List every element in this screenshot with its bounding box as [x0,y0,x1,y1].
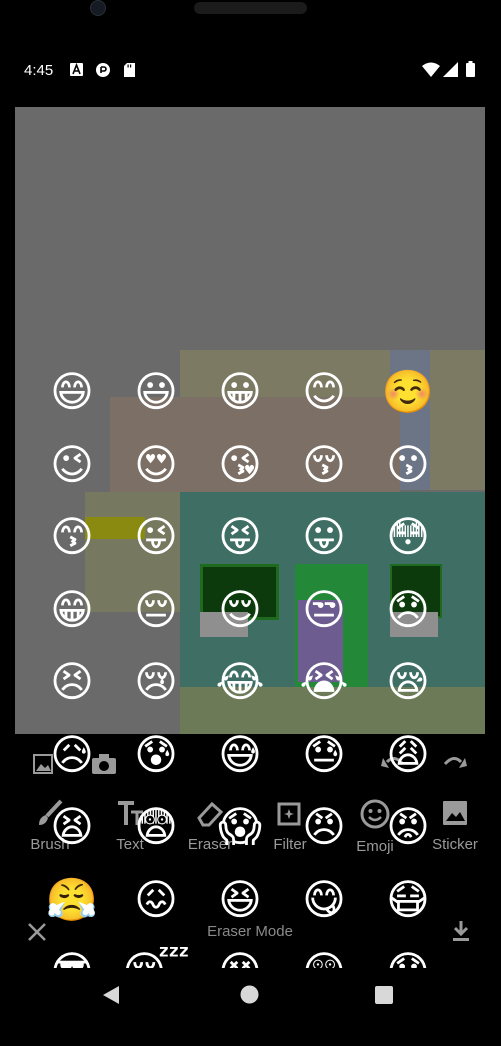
emoji-option[interactable]: 😆 [198,864,282,936]
emoji-option[interactable]: 😋 [282,864,366,936]
emoji-option[interactable]: 😞 [366,574,450,646]
wifi-icon [422,62,440,77]
sd-card-icon [124,63,135,77]
emoji-option[interactable]: 😍 [114,429,198,501]
emoji-option[interactable]: 😓 [282,719,366,791]
emoji-option[interactable]: 😔 [114,574,198,646]
recents-icon[interactable] [375,986,393,1008]
emoji-option[interactable]: 😲 [282,936,366,969]
emoji-option[interactable]: 😉 [30,429,114,501]
emoji-option[interactable]: 😭 [282,646,366,718]
emoji-option[interactable]: 😌 [198,574,282,646]
earpiece-speaker [194,2,307,14]
emoji-option[interactable]: 😀 [198,356,282,428]
emoji-option[interactable]: 😘 [198,429,282,501]
back-icon[interactable] [102,985,120,1009]
navigation-bar [0,968,501,1046]
emoji-option[interactable]: 😅 [198,719,282,791]
emoji-option[interactable]: 😜 [114,501,198,573]
front-camera [90,0,106,16]
emoji-option[interactable]: 😣 [30,646,114,718]
emoji-option[interactable]: 😃 [114,356,198,428]
emoji-option[interactable]: 😛 [282,501,366,573]
emoji-option[interactable]: 😩 [366,719,450,791]
home-icon[interactable] [240,985,259,1008]
emoji-option[interactable]: 😱 [198,791,282,863]
emoji-option[interactable]: 😫 [30,791,114,863]
emoji-option[interactable]: 😰 [114,719,198,791]
emoji-option[interactable]: 😤 [30,864,114,936]
emoji-option[interactable]: 😷 [366,864,450,936]
emoji-option[interactable]: 😥 [30,719,114,791]
status-bar: 4:45 [0,54,501,88]
font-a-icon [70,63,83,76]
play-protect-icon [96,63,110,77]
emoji-option[interactable]: 😙 [30,501,114,573]
emoji-option[interactable]: 😊 [282,356,366,428]
emoji-option[interactable]: 😗 [366,429,450,501]
battery-icon [466,61,475,77]
emoji-picker-grid: 😄 😃 😀 😊 ☺️ 😉 😍 😘 😚 😗 😙 😜 😝 😛 😳 😁 😔 😌 😒 😞 😣 😢 😂 😭 😪 😥 😰 😅 😓 😩 😫 😨 😱 😠 😡 😤 😖 😆 😋… [30,356,470,969]
emoji-option[interactable]: 😝 [198,501,282,573]
emoji-option[interactable]: ☺️ [366,356,450,428]
emoji-option[interactable]: 😠 [282,791,366,863]
emoji-option[interactable]: 😖 [114,864,198,936]
emoji-option[interactable]: 😵 [198,936,282,969]
emoji-option[interactable]: 😂 [198,646,282,718]
emoji-option[interactable]: 😡 [366,791,450,863]
phone-screen: 4:45 Brush Text Eraser Filter Emoji Stic… [0,0,501,1046]
emoji-option[interactable]: 😴 [114,936,198,969]
emoji-option[interactable]: 😎 [30,936,114,969]
emoji-option[interactable]: 😁 [30,574,114,646]
emoji-option[interactable]: 😄 [30,356,114,428]
emoji-option[interactable]: 😪 [366,646,450,718]
signal-icon [443,62,458,77]
emoji-option[interactable]: 😳 [366,501,450,573]
emoji-option[interactable]: 😢 [114,646,198,718]
status-time: 4:45 [24,62,54,79]
emoji-option[interactable]: 😨 [114,791,198,863]
emoji-option[interactable]: 😟 [366,936,450,969]
emoji-option[interactable]: 😚 [282,429,366,501]
emoji-option[interactable]: 😒 [282,574,366,646]
